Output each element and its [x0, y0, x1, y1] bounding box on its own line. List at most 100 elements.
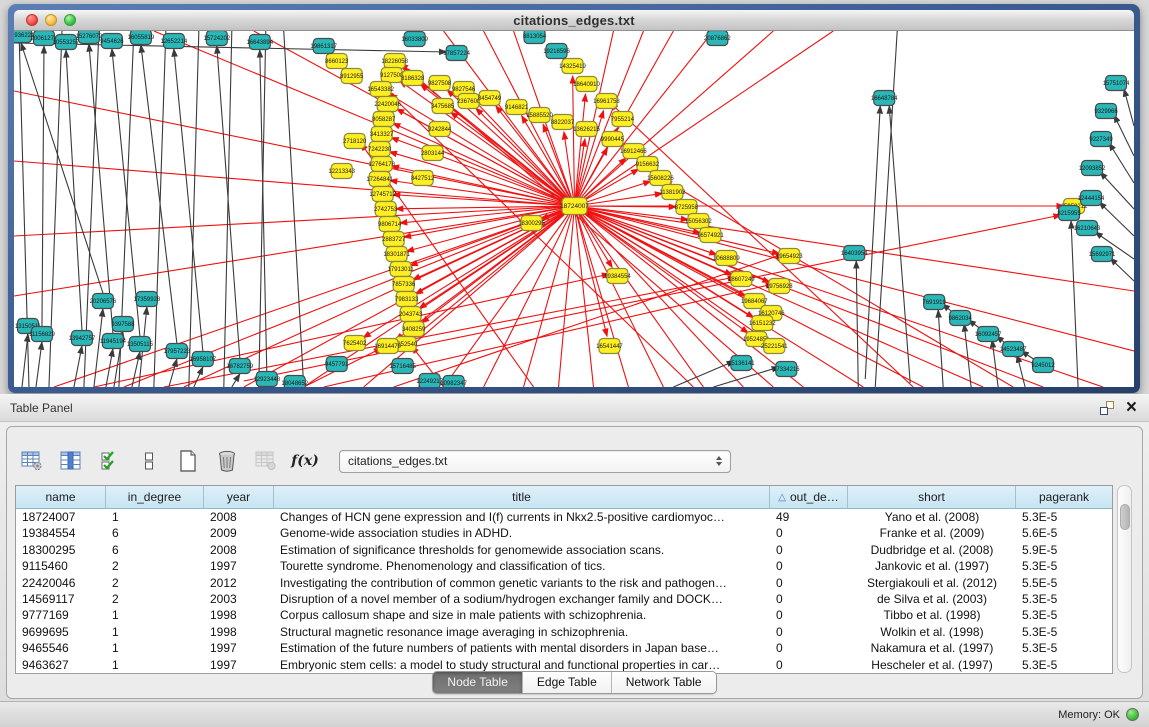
table-row[interactable]: 1938455462009Genome-wide association stu…	[16, 525, 1112, 541]
tab-network-table[interactable]: Network Table	[612, 672, 716, 693]
network-node[interactable]: 16033809	[401, 32, 428, 47]
network-node[interactable]: 18301871	[383, 247, 410, 262]
network-node[interactable]: 9827508	[428, 76, 452, 91]
table-selector-dropdown[interactable]: citations_edges.txt	[339, 450, 731, 473]
network-node[interactable]: 16210643	[1074, 221, 1101, 236]
network-node[interactable]: 8813054	[523, 31, 547, 44]
network-node[interactable]: 12764178	[368, 157, 395, 172]
table-row[interactable]: 1830029562008Estimation of significance …	[16, 542, 1112, 558]
network-node[interactable]: 25221541	[761, 339, 788, 354]
network-node[interactable]: 2742753	[374, 202, 398, 217]
network-graph[interactable]: 1822605891275081654338222420046805828734…	[14, 31, 1134, 387]
network-node[interactable]: 2043743	[399, 307, 423, 322]
network-node[interactable]: 15276072	[76, 31, 103, 44]
network-node[interactable]: 19218596	[543, 44, 570, 59]
table-row[interactable]: 1456911722003Disruption of a novel membe…	[16, 591, 1112, 607]
table-row[interactable]: 911546021997Tourette syndrome. Phenomeno…	[16, 558, 1112, 574]
show-columns-icon[interactable]	[58, 448, 84, 474]
network-node[interactable]: 9454626	[100, 34, 124, 49]
network-node[interactable]: 7242230	[368, 142, 392, 157]
network-node[interactable]: 16782759	[226, 359, 253, 374]
network-node[interactable]: 8454749	[478, 91, 502, 106]
network-node[interactable]: 20876862	[704, 31, 731, 46]
network-node[interactable]: 13626215	[573, 122, 600, 137]
network-node[interactable]: 8660123	[325, 54, 349, 69]
network-node[interactable]: 11381902	[659, 185, 686, 200]
network-node[interactable]: 16403954	[841, 246, 868, 261]
network-node[interactable]: 17957223	[164, 344, 191, 359]
column-header-in_degree[interactable]: in_degree	[106, 486, 204, 509]
network-node[interactable]: 12093852	[1079, 161, 1106, 176]
network-node[interactable]: 12249217	[416, 374, 443, 388]
network-node[interactable]: 15716485	[389, 359, 416, 374]
network-node[interactable]: 8058287	[372, 112, 396, 127]
unselect-all-icon[interactable]	[136, 448, 162, 474]
column-header-short[interactable]: short	[848, 486, 1016, 509]
network-node[interactable]: 7983133	[395, 292, 419, 307]
network-node[interactable]: 9397588	[111, 317, 135, 332]
column-header-year[interactable]: year	[204, 486, 274, 509]
network-node[interactable]: 19756928	[766, 279, 793, 294]
network-node[interactable]: 19861317	[310, 39, 337, 54]
network-node[interactable]: 8822037	[551, 115, 575, 130]
network-node[interactable]: 20206576	[90, 294, 117, 309]
network-node[interactable]: 9862034	[949, 311, 973, 326]
network-node[interactable]: 10688809	[713, 251, 740, 266]
network-node[interactable]: 9329966	[1094, 104, 1118, 119]
new-table-icon[interactable]	[175, 448, 201, 474]
network-node[interactable]: 12444154	[1078, 191, 1105, 206]
network-node[interactable]: 15885520	[526, 108, 553, 123]
network-node[interactable]: 16643894	[246, 35, 273, 50]
network-node[interactable]: 12923448	[253, 372, 280, 387]
network-node[interactable]: 16914479	[374, 339, 401, 354]
table-row[interactable]: 946554611997Estimation of the future num…	[16, 640, 1112, 656]
float-panel-icon[interactable]	[1100, 401, 1114, 415]
network-node[interactable]: 15724202	[204, 31, 231, 46]
select-all-icon[interactable]	[97, 448, 123, 474]
network-node[interactable]: 17913011	[388, 262, 415, 277]
node-table[interactable]: namein_degreeyeartitle△out_de…shortpager…	[15, 485, 1113, 674]
network-node[interactable]: 15692971	[1089, 247, 1116, 262]
network-node[interactable]: 18607249	[728, 272, 755, 287]
table-row[interactable]: 2242004622012Investigating the contribut…	[16, 575, 1112, 591]
network-node[interactable]: 16151232	[749, 316, 776, 331]
network-node[interactable]: 3408259	[402, 322, 426, 337]
network-node[interactable]: 8427512	[411, 171, 435, 186]
network-node[interactable]: 9990445	[601, 132, 625, 147]
network-node[interactable]: 7625402	[343, 336, 367, 351]
network-node[interactable]: 15056302	[685, 214, 712, 229]
network-node[interactable]: 9242844	[428, 122, 452, 137]
network-node[interactable]: 17857224	[443, 46, 470, 61]
network-node[interactable]: 9245012	[1031, 358, 1055, 373]
network-node[interactable]: 9806714	[378, 217, 402, 232]
tab-edge-table[interactable]: Edge Table	[523, 672, 612, 693]
network-node[interactable]: 16541447	[596, 339, 623, 354]
close-panel-icon[interactable]: ×	[1126, 401, 1137, 415]
network-node[interactable]: 12652214	[161, 34, 188, 49]
network-node[interactable]: 15751074	[1103, 76, 1130, 91]
network-node[interactable]: 22420046	[374, 97, 401, 112]
network-node[interactable]: 18226058	[381, 54, 408, 69]
memory-ok-icon[interactable]	[1126, 708, 1139, 721]
network-node[interactable]: 2803144	[421, 146, 445, 161]
network-node[interactable]: 16092457	[975, 327, 1002, 342]
network-node[interactable]: 8725958	[675, 200, 699, 215]
network-node[interactable]: 12745712	[369, 187, 396, 202]
network-node[interactable]: 9227349	[1089, 132, 1113, 147]
column-header-title[interactable]: title	[274, 486, 770, 509]
network-node[interactable]: 17334216	[773, 362, 800, 377]
network-node[interactable]: 3413327	[370, 127, 394, 142]
network-node[interactable]: 8912955	[340, 69, 364, 84]
delete-entries-icon[interactable]	[214, 448, 240, 474]
network-node[interactable]: 16958107	[190, 352, 217, 367]
network-node[interactable]: 18048652	[281, 376, 308, 388]
network-node[interactable]: 3475685	[431, 99, 455, 114]
network-node[interactable]: 16055819	[128, 31, 155, 45]
network-node[interactable]: 13505115	[127, 337, 154, 352]
network-node[interactable]: 19654923	[776, 249, 803, 264]
network-node[interactable]: 14523487	[1000, 342, 1027, 357]
function-builder-icon[interactable]: f(x)	[292, 448, 318, 474]
network-node[interactable]: 10982347	[440, 376, 467, 388]
table-vertical-scrollbar[interactable]	[1117, 485, 1132, 673]
network-node[interactable]: 18640910	[573, 77, 600, 92]
